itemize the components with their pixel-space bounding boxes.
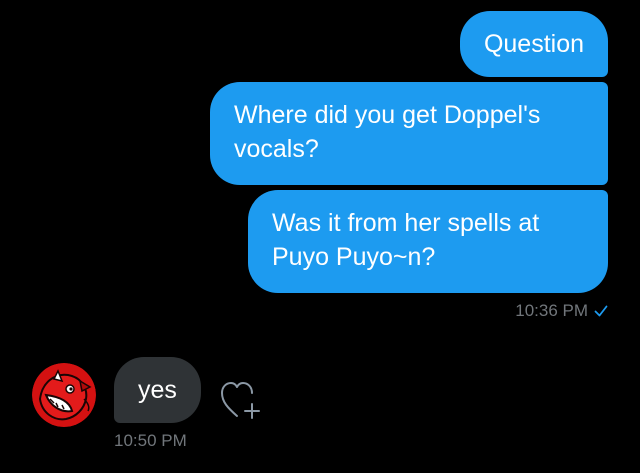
sent-timestamp: 10:36 PM [515, 301, 588, 320]
message-text: Question [483, 30, 584, 58]
received-timestamp: 10:50 PM [114, 431, 187, 450]
message-text: Was it from her spells at Puyo Puyo~n? [272, 209, 540, 271]
add-reaction-heart-icon [221, 382, 260, 419]
red-creature-avatar-icon [32, 363, 96, 427]
sent-timestamp-row: 10:36 PM [515, 301, 608, 321]
received-message-bubble[interactable]: yes [114, 357, 201, 423]
message-text: Where did you get Doppel's vocals? [234, 101, 541, 163]
sent-message-bubble[interactable]: Where did you get Doppel's vocals? [210, 82, 608, 185]
message-text: yes [138, 376, 177, 404]
add-reaction-button[interactable] [218, 378, 266, 422]
sent-message-bubble[interactable]: Question [459, 11, 608, 77]
checkmark-icon [594, 305, 608, 317]
avatar[interactable] [32, 363, 96, 427]
sent-message-bubble[interactable]: Was it from her spells at Puyo Puyo~n? [248, 190, 608, 293]
